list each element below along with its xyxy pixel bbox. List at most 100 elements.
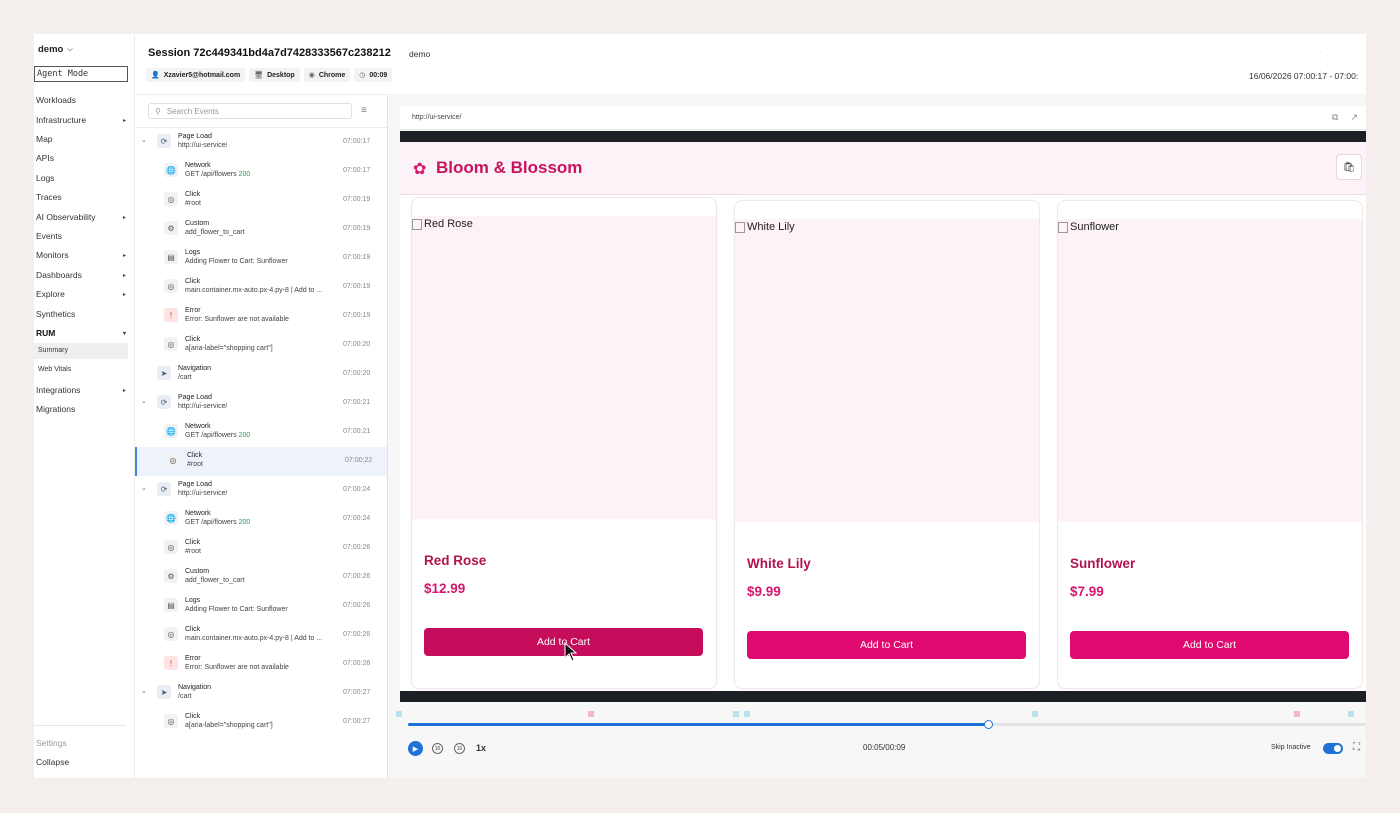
event-marker[interactable] [588, 711, 594, 717]
broken-image-alt: White Lily [735, 221, 795, 233]
nav-item-logs[interactable]: Logs [36, 170, 128, 186]
event-time: 07:00:19 [343, 196, 371, 203]
fullscreen-icon[interactable]: ⛶ [1353, 742, 1360, 753]
event-row[interactable]: ◎ Click #root 07:00:22 [135, 447, 387, 476]
event-row[interactable]: 🌐 Network GET /api/flowers 200 07:00:17 [135, 157, 387, 186]
event-row[interactable]: ⚙ Custom add_flower_to_cart 07:00:19 [135, 215, 387, 244]
event-detail: a[aria-label="shopping cart"] [185, 721, 273, 730]
nav-item-apis[interactable]: APIs [36, 150, 128, 166]
nav-subitem-web-vitals[interactable]: Web Vitals [34, 362, 128, 378]
nav-item-dashboards[interactable]: Dashboards ▸ [36, 267, 128, 283]
replay-url: http://ui-service/ [412, 114, 462, 121]
chevron-down-icon[interactable]: ⌄ [141, 484, 147, 492]
copy-icon[interactable]: ⧉ [1332, 112, 1338, 123]
timeline-scrubber[interactable] [408, 720, 1366, 729]
org-switcher[interactable]: demo ⌵ [38, 44, 73, 55]
nav-item-traces[interactable]: Traces [36, 189, 128, 205]
event-row[interactable]: ◎ Click a[aria-label="shopping cart"] 07:00… [135, 708, 387, 737]
mouse-cursor-icon [564, 642, 578, 662]
event-row[interactable]: ➤ Navigation/cart 07:00:20 [135, 360, 387, 389]
nav-item-synthetics[interactable]: Synthetics [36, 306, 128, 322]
timeline-handle[interactable] [983, 720, 993, 729]
rewind-10-button[interactable]: 10 [432, 743, 443, 754]
external-link-icon[interactable]: ↗ [1350, 112, 1358, 123]
viewport-bottom-bar [400, 691, 1366, 702]
chevron-down-icon[interactable]: ⌄ [141, 136, 147, 144]
chrome-icon: ◉ [308, 72, 315, 79]
broken-image-icon [735, 221, 745, 233]
shopping-cart-button[interactable]: 🛍 [1336, 154, 1362, 180]
nav-item-events[interactable]: Events [36, 228, 128, 244]
nav-item-label: Dashboards [36, 270, 82, 280]
event-marker[interactable] [1294, 711, 1300, 717]
agent-mode-button[interactable]: Agent Mode [34, 66, 128, 82]
event-row[interactable]: ▤ Logs Adding Flower to Cart: Sunflower 07:… [135, 592, 387, 621]
event-time: 07:00:26 [343, 631, 371, 638]
nav-item-map[interactable]: Map [36, 131, 128, 147]
event-row[interactable]: ▤ Logs Adding Flower to Cart: Sunflower 07:… [135, 244, 387, 273]
nav-item-ai-observability[interactable]: AI Observability ▸ [36, 209, 128, 225]
event-row[interactable]: 🌐 Network GET /api/flowers 200 07:00:21 [135, 418, 387, 447]
error-icon: ! [164, 308, 178, 322]
event-row[interactable]: ⌄ ⟳ Page Load http://ui-service/07:00:21 [135, 389, 387, 418]
add-to-cart-button[interactable]: Add to Cart [1070, 631, 1349, 659]
org-name: demo [38, 44, 64, 55]
event-row[interactable]: ◎ Click a[aria-label="shopping cart"] 07:00… [135, 331, 387, 360]
event-type: Network [185, 510, 211, 517]
event-detail-text: #root [187, 461, 203, 468]
filter-icon[interactable]: ≡ [361, 105, 367, 116]
event-row[interactable]: ⌄ ➤ Navigation/cart 07:00:27 [135, 679, 387, 708]
nav-item-integrations[interactable]: Integrations ▸ [36, 382, 128, 398]
event-row[interactable]: ⌄ ⟳ Page Load http://ui-service/07:00:17 [135, 128, 387, 157]
nav-item-rum[interactable]: RUM ▾ [36, 325, 128, 341]
event-row[interactable]: ◎ Click #root 07:00:26 [135, 534, 387, 563]
event-row[interactable]: ⌄ ⟳ Page Load http://ui-service/07:00:24 [135, 476, 387, 505]
nav-subitem-summary[interactable]: Summary [34, 343, 128, 359]
org-label: demo [409, 49, 431, 59]
forward-10-button[interactable]: 10 [454, 743, 465, 754]
nav-item-label: Infrastructure [36, 115, 87, 125]
cart-icon: 🛍 [1342, 161, 1356, 173]
nav-item-workloads[interactable]: Workloads [36, 92, 128, 108]
nav-item-label: Map [36, 134, 53, 144]
event-marker[interactable] [1348, 711, 1354, 717]
event-row[interactable]: ◎ Click main.container.mx-auto.px-4.py-8 |… [135, 621, 387, 650]
add-to-cart-button[interactable]: Add to Cart [747, 631, 1026, 659]
app-window: demo ⌵ Agent Mode Workloads Infrastructur… [34, 34, 1366, 778]
event-detail: add_flower_to_cart [185, 228, 245, 237]
nav-item-infrastructure[interactable]: Infrastructure ▸ [36, 112, 128, 128]
search-input[interactable]: ⚲ Search Events [148, 103, 352, 119]
event-row[interactable]: ⚙ Custom add_flower_to_cart 07:00:26 [135, 563, 387, 592]
event-row[interactable]: ! Error Error: Sunflower are not available… [135, 302, 387, 331]
collapse-button[interactable]: Collapse [36, 757, 69, 767]
nav-item-migrations[interactable]: Migrations [36, 401, 128, 417]
event-detail: add_flower_to_cart [185, 576, 245, 585]
chevron-down-icon[interactable]: ⌄ [141, 397, 147, 405]
event-marker[interactable] [733, 711, 739, 717]
event-marker[interactable] [744, 711, 750, 717]
event-row[interactable]: ◎ Click main.container.mx-auto.px-4.py-8 |… [135, 273, 387, 302]
playback-speed[interactable]: 1x [476, 743, 486, 753]
chevron-down-icon[interactable]: ⌄ [141, 687, 147, 695]
event-detail-text: main.container.mx-auto.px-4.py-8 | Add t… [185, 635, 323, 642]
skip-inactive-toggle[interactable] [1323, 743, 1343, 754]
nav-item-explore[interactable]: Explore ▸ [36, 286, 128, 302]
event-marker[interactable] [396, 711, 402, 717]
event-time: 07:00:19 [343, 312, 371, 319]
click-icon: ◎ [164, 540, 178, 554]
device-label: Desktop [267, 71, 295, 79]
settings-link[interactable]: Settings [36, 738, 67, 748]
event-detail-text: a[aria-label="shopping cart"] [185, 345, 273, 352]
play-button[interactable]: ▶ [408, 741, 423, 756]
event-row[interactable]: 🌐 Network GET /api/flowers 200 07:00:24 [135, 505, 387, 534]
nav-item-monitors[interactable]: Monitors ▸ [36, 247, 128, 263]
user-email: Xzavier5@hotmail.com [163, 71, 241, 79]
event-row[interactable]: ◎ Click #root 07:00:19 [135, 186, 387, 215]
event-marker[interactable] [1032, 711, 1038, 717]
event-row[interactable]: ! Error Error: Sunflower are not available… [135, 650, 387, 679]
image-alt-text: Red Rose [424, 218, 473, 230]
product-image [735, 219, 1039, 522]
log-icon: ▤ [164, 598, 178, 612]
event-detail: /cart [178, 373, 192, 382]
search-placeholder: Search Events [166, 106, 219, 116]
